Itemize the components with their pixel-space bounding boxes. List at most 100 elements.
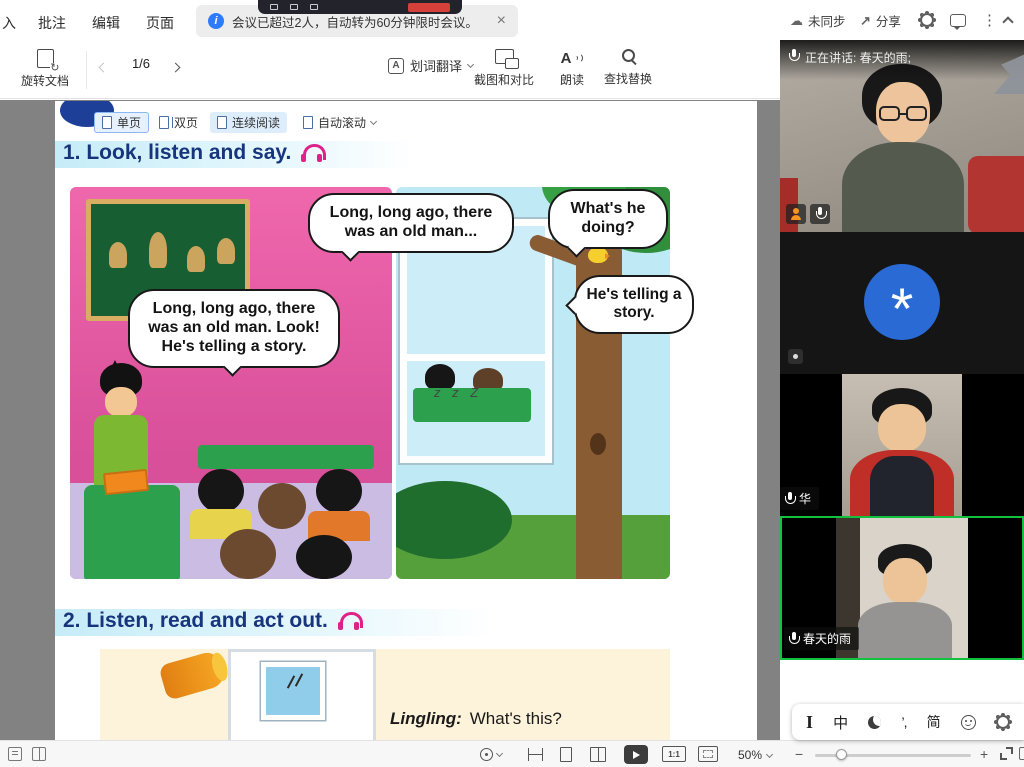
speech-bubble-question: What's he doing? — [548, 189, 668, 249]
cloud-sync-icon: ☁ — [790, 13, 803, 29]
gear-icon — [920, 13, 934, 27]
fit-page-button[interactable] — [698, 746, 718, 762]
application-window: 入 批注 编辑 页面 i 会议已超过2人，自动转为60分钟限时会议。 × ☁ 未… — [0, 0, 1024, 767]
ime-charset-toggle[interactable]: 简 — [927, 712, 941, 732]
dialogue-line: Lingling: What's this? — [390, 709, 562, 729]
play-slideshow-button[interactable] — [624, 745, 648, 764]
student-figure — [198, 469, 244, 513]
door-illustration — [100, 649, 670, 740]
mic-icon — [784, 492, 795, 506]
menu-item-insert-partial[interactable]: 入 — [2, 13, 16, 33]
video-tile-active-speaker[interactable]: 春天的雨 — [780, 516, 1024, 660]
ime-cursor-icon[interactable]: I — [806, 712, 813, 733]
sleep-text: z z Z — [434, 385, 482, 400]
fullscreen-icon[interactable] — [1000, 747, 1013, 760]
avatar: * — [864, 264, 940, 340]
headphones-icon — [338, 612, 362, 630]
section2-title: 2. Listen, read and act out. — [63, 609, 328, 633]
end-meeting-button[interactable] — [408, 3, 450, 12]
rotate-document-button[interactable]: 旋转文档 — [14, 49, 76, 89]
dialogue-speaker: Lingling: — [390, 709, 462, 728]
window-mark — [287, 675, 295, 688]
view-mode-continuous[interactable]: 连续阅读 — [210, 112, 287, 133]
section2-heading: 2. Listen, read and act out. — [63, 609, 362, 633]
speech-bubble-text: Long, long ago, there was an old man... — [330, 204, 493, 240]
zoom-out-button[interactable]: − — [795, 746, 803, 762]
page-layout-icon[interactable] — [8, 747, 22, 761]
page-indicator[interactable]: 1/6 — [114, 56, 168, 71]
student-figure — [296, 535, 352, 579]
auto-scroll-label: 自动滚动 — [318, 114, 366, 131]
student-figure — [258, 483, 306, 529]
two-page-view-button[interactable] — [590, 747, 606, 762]
share-icon: ↗ — [860, 13, 871, 29]
video-tile-speaker[interactable] — [780, 40, 1024, 232]
word-translate-label: 划词翻译 — [410, 56, 462, 75]
zoom-slider-handle[interactable] — [836, 749, 847, 760]
single-page-view-button[interactable] — [560, 747, 572, 762]
half-width-moon-icon[interactable] — [868, 716, 881, 729]
continuous-reading-icon — [217, 116, 227, 129]
menu-item-annotate[interactable]: 批注 — [38, 13, 66, 33]
single-page-icon — [102, 116, 112, 129]
fit-width-button[interactable] — [528, 748, 543, 761]
mic-icon — [815, 207, 826, 221]
letter-a-icon: A — [561, 51, 572, 66]
door — [228, 649, 376, 740]
document-page: 1. Look, listen and say. — [55, 101, 757, 740]
read-aloud-button[interactable]: A 朗读 — [552, 49, 592, 88]
more-menu-button[interactable]: ⋮ — [982, 11, 997, 29]
dialogue-text: What's this? — [470, 709, 562, 728]
meeting-control-icon[interactable] — [290, 4, 298, 10]
actual-size-button[interactable]: 1:1 — [662, 746, 686, 762]
sync-status-button[interactable]: ☁ 未同步 — [790, 11, 846, 30]
share-button[interactable]: ↗ 分享 — [860, 11, 901, 30]
video-tile-avatar[interactable]: * — [780, 232, 1024, 374]
chevron-up-icon — [1002, 16, 1013, 27]
layout-toggle-icon[interactable] — [1019, 747, 1024, 760]
ime-settings-gear-icon[interactable] — [996, 715, 1010, 729]
participant-name: 华 — [799, 490, 811, 507]
book-view-icon[interactable] — [32, 747, 46, 761]
comments-button[interactable] — [950, 14, 966, 27]
participant-name: 春天的雨 — [803, 630, 851, 647]
meeting-control-bar[interactable] — [258, 0, 462, 14]
menu-item-edit[interactable]: 编辑 — [92, 13, 120, 33]
document-viewport[interactable]: 1. Look, listen and say. — [0, 100, 780, 740]
menu-item-page[interactable]: 页面 — [146, 13, 174, 33]
emoji-icon[interactable] — [961, 715, 976, 730]
screenshot-compare-button[interactable]: 截图和对比 — [468, 49, 540, 88]
chevron-right-icon — [171, 63, 181, 73]
chevron-down-icon — [766, 750, 773, 757]
blackboard-figure — [149, 232, 167, 268]
video-tile-hua[interactable]: 华 — [780, 374, 1024, 516]
previous-page-button[interactable] — [100, 58, 107, 76]
reading-mode-button[interactable] — [480, 748, 502, 761]
view-mode-double-page[interactable]: 双页 — [152, 112, 205, 133]
mic-badge — [810, 204, 830, 224]
find-replace-label: 查找替换 — [604, 70, 652, 87]
settings-button[interactable] — [920, 13, 934, 27]
green-desk — [84, 485, 180, 579]
window-sill — [407, 354, 545, 361]
next-page-button[interactable] — [172, 58, 179, 76]
word-translate-button[interactable]: A 划词翻译 — [388, 56, 473, 75]
share-label: 分享 — [876, 11, 901, 30]
ime-language-toggle[interactable]: 中 — [833, 712, 848, 733]
close-icon[interactable]: × — [497, 13, 506, 29]
meeting-control-icon[interactable] — [310, 4, 318, 10]
ime-punctuation-toggle[interactable]: ’, — [902, 714, 907, 730]
auto-scroll-button[interactable]: 自动滚动 — [296, 112, 383, 133]
find-replace-button[interactable]: 查找替换 — [600, 49, 656, 87]
glasses-lens — [906, 106, 927, 121]
zoom-in-button[interactable]: + — [980, 746, 988, 762]
meeting-control-icon[interactable] — [270, 4, 278, 10]
video-feed — [842, 374, 962, 516]
view-mode-single-page[interactable]: 单页 — [94, 112, 149, 133]
student-figure — [220, 529, 276, 579]
sync-label: 未同步 — [808, 11, 846, 30]
zoom-level[interactable]: 50% — [738, 748, 772, 762]
screenshot-icon — [495, 49, 514, 64]
speech-bubble-text: He's telling a story. — [587, 286, 682, 321]
collapse-toolbar-button[interactable] — [1004, 15, 1012, 26]
